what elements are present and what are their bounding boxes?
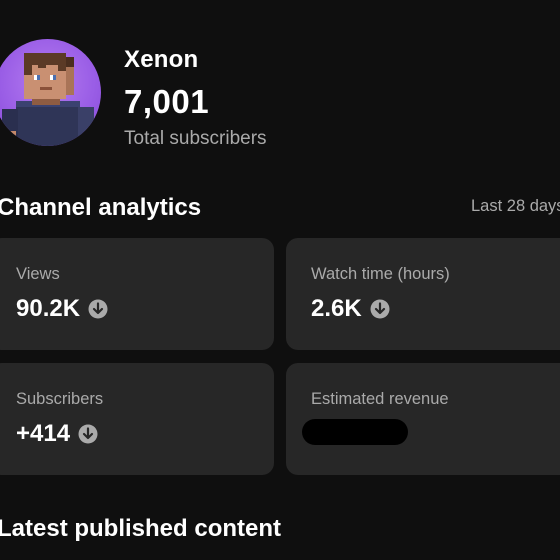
views-label: Views xyxy=(16,265,60,283)
latest-content-title: Latest published content xyxy=(0,515,282,542)
channel-name: Xenon xyxy=(124,46,199,73)
subscribers-value-row: +414 xyxy=(16,420,98,448)
estimated-revenue-card[interactable]: Estimated revenue xyxy=(286,363,560,475)
redacted-revenue-value xyxy=(302,419,408,445)
views-card[interactable]: Views 90.2K xyxy=(0,238,274,350)
views-value: 90.2K xyxy=(16,295,81,322)
period-label[interactable]: Last 28 days xyxy=(471,197,560,216)
subscribers-label: Subscribers xyxy=(16,390,104,408)
subscriber-label: Total subscribers xyxy=(124,128,267,149)
arrow-down-circle-icon xyxy=(88,299,108,319)
watch-time-value: 2.6K xyxy=(311,295,362,322)
estimated-revenue-label: Estimated revenue xyxy=(311,390,449,408)
arrow-down-circle-icon xyxy=(78,424,98,444)
watch-time-card[interactable]: Watch time (hours) 2.6K xyxy=(286,238,560,350)
minecraft-character-icon xyxy=(2,53,94,146)
watch-time-value-row: 2.6K xyxy=(311,295,390,323)
arrow-down-circle-icon xyxy=(370,299,390,319)
channel-analytics-title: Channel analytics xyxy=(0,194,202,221)
subscriber-count: 7,001 xyxy=(124,83,210,120)
channel-dashboard: Xenon 7,001 Total subscribers Channel an… xyxy=(0,0,560,560)
channel-avatar[interactable] xyxy=(0,39,101,146)
watch-time-label: Watch time (hours) xyxy=(311,265,450,283)
views-value-row: 90.2K xyxy=(16,295,108,323)
subscribers-card[interactable]: Subscribers +414 xyxy=(0,363,274,475)
subscribers-value: +414 xyxy=(16,420,71,447)
